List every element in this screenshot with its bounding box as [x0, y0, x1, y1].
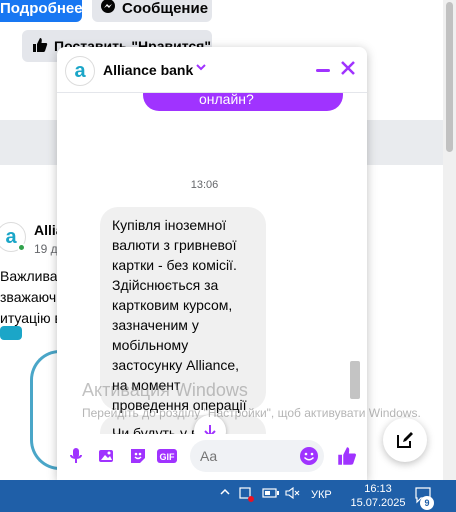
gif-icon[interactable]: GIF — [157, 446, 177, 466]
notification-count-badge: 9 — [420, 496, 434, 510]
avatar-letter: a — [5, 225, 17, 248]
activation-watermark-text: Перейдіть до розділу "Настройки", щоб ак… — [82, 406, 421, 420]
chat-scrollbar[interactable] — [350, 361, 360, 399]
activation-watermark-title: Активация Windows — [82, 380, 248, 400]
clock-date: 15.07.2025 — [350, 497, 406, 509]
microphone-icon[interactable] — [66, 446, 86, 466]
svg-text:GIF: GIF — [160, 452, 176, 462]
chevron-up-icon[interactable] — [219, 486, 231, 501]
battery-icon[interactable] — [262, 486, 280, 503]
thumbs-up-icon — [32, 37, 48, 56]
more-info-button[interactable]: Подробнее — [0, 0, 83, 22]
chat-avatar[interactable]: a — [65, 56, 95, 86]
message-button[interactable]: Сообщение — [92, 0, 212, 22]
message-input-wrap[interactable] — [190, 440, 324, 472]
post-date[interactable]: 19 д — [34, 242, 58, 256]
language-indicator[interactable]: УКР — [311, 489, 332, 501]
photo-icon[interactable] — [97, 446, 117, 466]
minimize-button[interactable] — [316, 69, 330, 72]
close-icon — [341, 61, 355, 75]
post-tag-chip — [0, 326, 22, 340]
chevron-down-icon[interactable] — [195, 60, 207, 76]
message-input[interactable] — [200, 440, 290, 472]
network-icon[interactable] — [238, 486, 254, 505]
post-text-line: зважаючи — [0, 289, 60, 305]
page-scrollbar-thumb[interactable] — [446, 2, 453, 152]
post-author-avatar[interactable]: a — [0, 222, 26, 252]
volume-icon[interactable] — [285, 486, 301, 503]
message-button-label: Сообщение — [122, 0, 209, 17]
chat-header[interactable]: a Alliance bank — [57, 47, 367, 93]
sticker-icon[interactable] — [128, 446, 148, 466]
outgoing-message[interactable]: онлайн? — [143, 93, 343, 111]
compose-icon — [397, 432, 413, 448]
windows-taskbar: УКР 16:13 15.07.2025 9 — [0, 480, 456, 512]
post-text: Важлива зважаючи итуацію в — [0, 266, 60, 329]
post-image-fragment — [30, 350, 60, 470]
new-message-button[interactable] — [383, 418, 427, 462]
chat-title[interactable]: Alliance bank — [103, 62, 193, 78]
messenger-icon — [100, 0, 116, 18]
composer-bar: GIF — [57, 432, 367, 480]
message-timestamp: 13:06 — [190, 179, 219, 191]
page-scrollbar[interactable] — [443, 0, 456, 480]
online-status-dot — [17, 243, 26, 252]
avatar-letter: a — [74, 59, 86, 82]
thumbs-up-icon[interactable] — [336, 445, 358, 467]
clock[interactable]: 16:13 15.07.2025 — [348, 482, 408, 510]
emoji-icon[interactable] — [299, 446, 319, 471]
more-info-label: Подробнее — [0, 0, 83, 17]
post-text-line: Важлива — [0, 268, 58, 284]
clock-time: 16:13 — [364, 483, 392, 495]
close-button[interactable] — [340, 58, 356, 82]
